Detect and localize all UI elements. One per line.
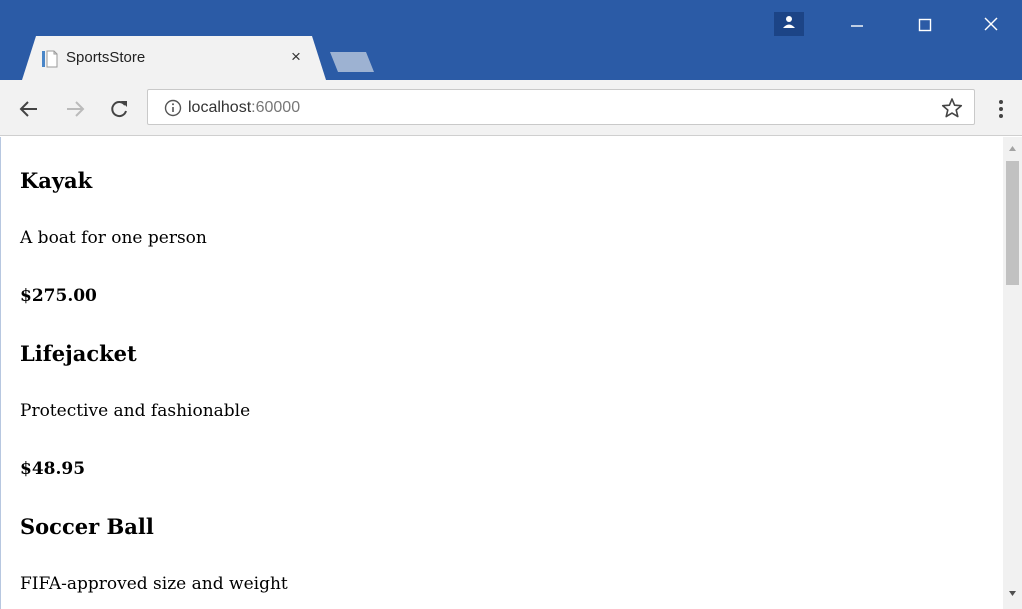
browser-tab[interactable]: SportsStore ×: [22, 36, 326, 80]
page-icon: [42, 50, 58, 68]
product-price: $48.95: [20, 459, 86, 479]
scroll-down-arrow-icon[interactable]: [1003, 587, 1022, 599]
menu-button[interactable]: [990, 96, 1012, 122]
url-text: localhost:60000: [188, 99, 300, 117]
url-host: localhost: [188, 99, 252, 116]
product-item: Lifejacket Protective and fashionable $4…: [20, 340, 1003, 481]
maximize-button[interactable]: [902, 8, 948, 40]
scrollbar-thumb[interactable]: [1006, 161, 1019, 285]
forward-button[interactable]: [62, 96, 88, 122]
back-button[interactable]: [16, 96, 42, 122]
product-name: Kayak: [20, 168, 93, 193]
product-item: Soccer Ball FIFA-approved size and weigh…: [20, 513, 1003, 596]
product-price: $275.00: [20, 286, 97, 306]
minimize-button[interactable]: [834, 8, 880, 40]
product-item: Kayak A boat for one person $275.00: [20, 167, 1003, 308]
vertical-scrollbar[interactable]: [1003, 137, 1022, 609]
product-name: Soccer Ball: [20, 514, 154, 539]
product-name: Lifejacket: [20, 341, 137, 366]
product-description: Protective and fashionable: [20, 401, 251, 421]
window-title-bar: SportsStore ×: [0, 0, 1022, 80]
more-vertical-icon: [999, 100, 1003, 118]
browser-toolbar: localhost:60000: [0, 80, 1022, 136]
maximize-icon: [918, 18, 932, 32]
new-tab-button[interactable]: [330, 52, 374, 72]
product-description: FIFA-approved size and weight: [20, 574, 288, 594]
url-port: :60000: [251, 99, 301, 116]
close-icon: [984, 17, 998, 31]
tab-title: SportsStore: [66, 49, 146, 66]
arrow-right-icon: [67, 101, 85, 117]
minimize-icon: [851, 25, 863, 27]
info-icon[interactable]: [164, 99, 182, 117]
reload-button[interactable]: [106, 96, 132, 122]
scroll-up-arrow-icon[interactable]: [1003, 143, 1022, 155]
profile-button[interactable]: [774, 12, 804, 36]
arrow-left-icon: [19, 101, 37, 117]
page-viewport: Kayak A boat for one person $275.00 Life…: [0, 137, 1003, 609]
product-description: A boat for one person: [20, 228, 207, 248]
bookmark-star-icon[interactable]: [940, 96, 964, 120]
reload-icon: [111, 101, 127, 118]
close-window-button[interactable]: [968, 8, 1014, 40]
tab-close-button[interactable]: ×: [286, 46, 306, 68]
product-list: Kayak A boat for one person $275.00 Life…: [1, 137, 1003, 596]
person-icon: [783, 16, 795, 28]
address-bar[interactable]: localhost:60000: [147, 89, 975, 125]
